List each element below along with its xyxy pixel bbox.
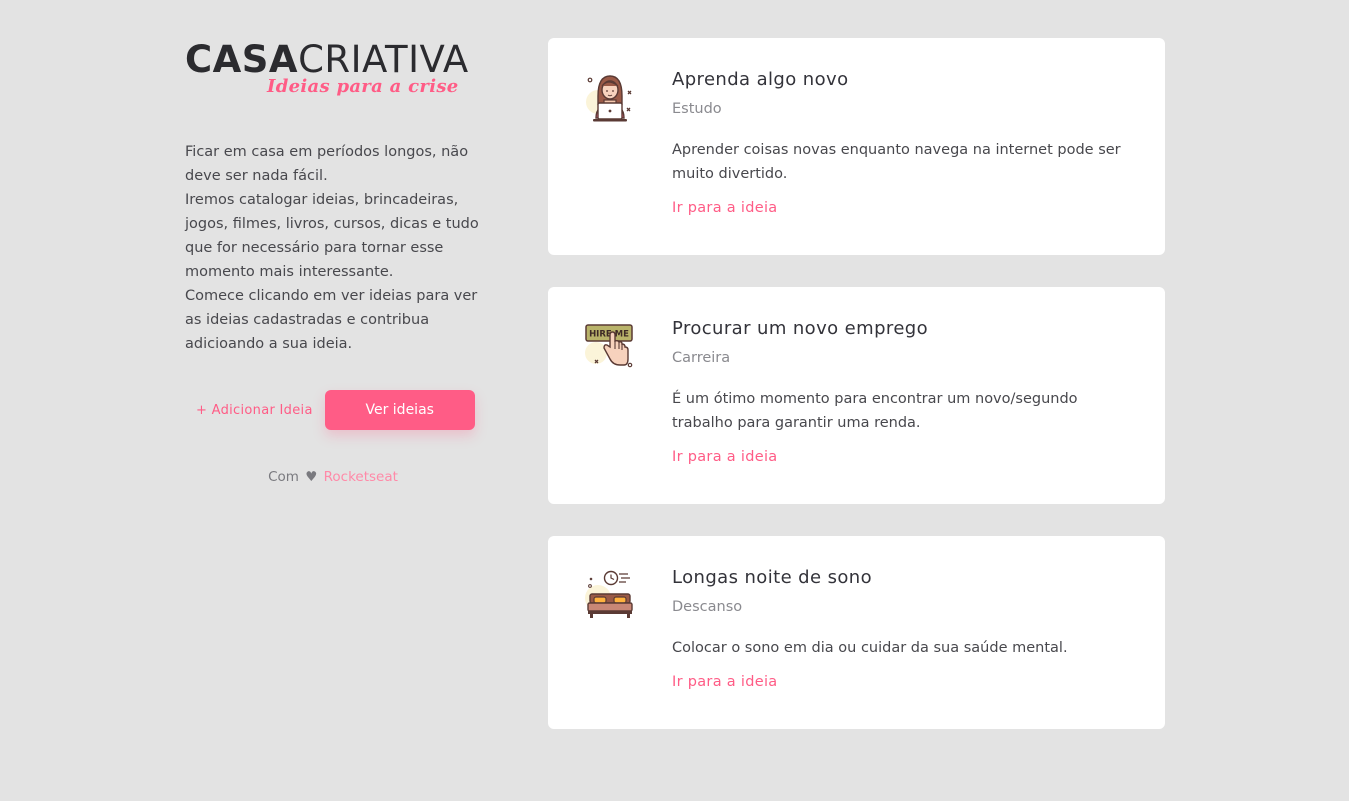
credits: Com ♥ Rocketseat [185,469,481,485]
idea-card: HIRE ME Procurar um novo emprego Carreir… [548,287,1165,504]
hire-me-icon: HIRE ME [584,321,636,373]
go-to-idea-link[interactable]: Ir para a ideia [672,674,777,690]
credits-prefix: Com [268,469,299,485]
action-bar: + Adicionar Ideia Ver ideias [185,390,485,430]
idea-title: Aprenda algo novo [672,69,849,90]
heart-icon: ♥ [305,469,318,485]
idea-card-body: Aprenda algo novo Estudo Aprender coisas… [672,68,1137,216]
logo: CASACRIATIVA Ideias para a crise [185,40,477,102]
idea-description: Aprender coisas novas enquanto navega na… [672,142,1121,182]
idea-category: Carreira [672,350,731,366]
idea-title: Procurar um novo emprego [672,318,929,339]
logo-tagline: Ideias para a crise [267,76,459,97]
sidebar: CASACRIATIVA Ideias para a crise Ficar e… [185,40,485,486]
idea-card: Aprenda algo novo Estudo Aprender coisas… [548,38,1165,255]
logo-criativa: CRIATIVA [298,38,469,81]
idea-category: Descanso [672,599,743,615]
idea-title: Longas noite de sono [672,567,872,588]
idea-card: Longas noite de sono Descanso Colocar o … [548,536,1165,729]
view-ideas-button[interactable]: Ver ideias [324,390,475,430]
intro-text: Ficar em casa em períodos longos, não de… [185,140,485,356]
go-to-idea-link[interactable]: Ir para a ideia [672,449,777,465]
add-idea-link[interactable]: + Adicionar Ideia [196,403,313,418]
intro-line: Comece clicando em ver ideias para ver a… [185,288,478,352]
idea-description: Colocar o sono em dia ou cuidar da sua s… [672,640,1068,656]
student-laptop-icon [584,72,636,124]
bed-clock-icon [584,570,636,622]
idea-card-body: Procurar um novo emprego Carreira É um ó… [672,317,1137,465]
intro-line: Ficar em casa em períodos longos, não de… [185,144,469,184]
logo-casa: CASA [185,38,299,81]
rocketseat-link[interactable]: Rocketseat [324,469,398,485]
idea-card-body: Longas noite de sono Descanso Colocar o … [672,566,1137,690]
go-to-idea-link[interactable]: Ir para a ideia [672,200,777,216]
hire-me-text: HIRE ME [589,330,629,340]
idea-category: Estudo [672,101,722,117]
ideas-list: Aprenda algo novo Estudo Aprender coisas… [548,38,1165,761]
idea-description: É um ótimo momento para encontrar um nov… [672,391,1078,431]
logo-wordmark: CASACRIATIVA [185,40,477,80]
intro-line: Iremos catalogar ideias, brincadeiras, j… [185,192,479,280]
